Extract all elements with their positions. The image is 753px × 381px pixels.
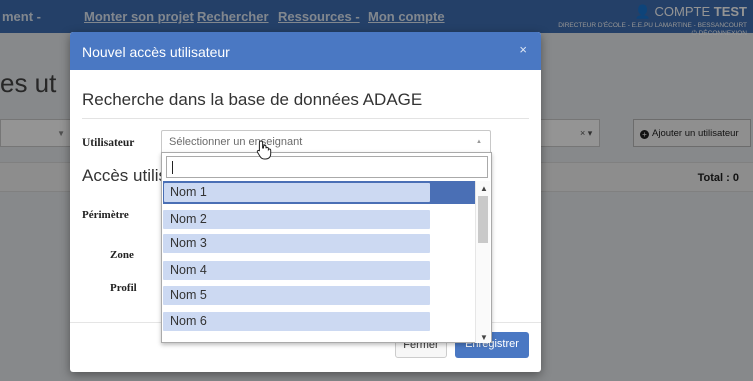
option-label: Nom 3 bbox=[170, 236, 207, 250]
dropdown-option[interactable]: Nom 6 bbox=[163, 310, 475, 333]
scroll-down-icon[interactable]: ▼ bbox=[480, 333, 488, 342]
caret-up-icon: ▲ bbox=[476, 139, 482, 145]
dropdown-option[interactable]: Nom 5 bbox=[163, 284, 475, 307]
option-label: Nom 4 bbox=[170, 263, 207, 277]
option-label: Nom 2 bbox=[170, 212, 207, 226]
dropdown-option[interactable]: Nom 3 bbox=[163, 232, 475, 255]
hand-cursor-icon bbox=[256, 140, 272, 160]
zone-label: Zone bbox=[110, 249, 134, 261]
modal-header: Nouvel accès utilisateur × bbox=[70, 32, 541, 70]
dropdown-option[interactable]: Nom 4 bbox=[163, 259, 475, 282]
dropdown-search-input[interactable] bbox=[166, 156, 488, 178]
divider bbox=[82, 118, 529, 119]
option-label: Nom 6 bbox=[170, 314, 207, 328]
teacher-select[interactable]: Sélectionner un enseignant ▲ bbox=[161, 130, 491, 154]
teacher-select-placeholder: Sélectionner un enseignant bbox=[169, 136, 303, 148]
scroll-up-icon[interactable]: ▲ bbox=[480, 184, 488, 193]
perimetre-label: Périmètre bbox=[82, 209, 129, 221]
text-cursor bbox=[172, 161, 173, 174]
option-label: Nom 1 bbox=[170, 185, 207, 199]
dropdown-scrollbar[interactable]: ▲ ▼ bbox=[475, 181, 490, 343]
user-label: Utilisateur bbox=[82, 137, 135, 149]
scrollbar-thumb[interactable] bbox=[478, 196, 488, 243]
access-heading: Accès utilis bbox=[82, 166, 168, 185]
modal-title: Nouvel accès utilisateur bbox=[82, 44, 230, 60]
close-icon[interactable]: × bbox=[519, 42, 527, 57]
option-label: Nom 5 bbox=[170, 288, 207, 302]
dropdown-option[interactable]: Nom 1 bbox=[163, 181, 475, 204]
profil-label: Profil bbox=[110, 282, 137, 294]
dropdown-option[interactable]: Nom 2 bbox=[163, 208, 475, 231]
dropdown-options-list[interactable]: Nom 1 Nom 2 Nom 3 Nom 4 Nom 5 Nom 6 ▲ ▼ bbox=[162, 181, 491, 343]
teacher-dropdown: Nom 1 Nom 2 Nom 3 Nom 4 Nom 5 Nom 6 ▲ ▼ bbox=[161, 152, 492, 343]
adage-search-heading: Recherche dans la base de données ADAGE bbox=[82, 90, 423, 109]
